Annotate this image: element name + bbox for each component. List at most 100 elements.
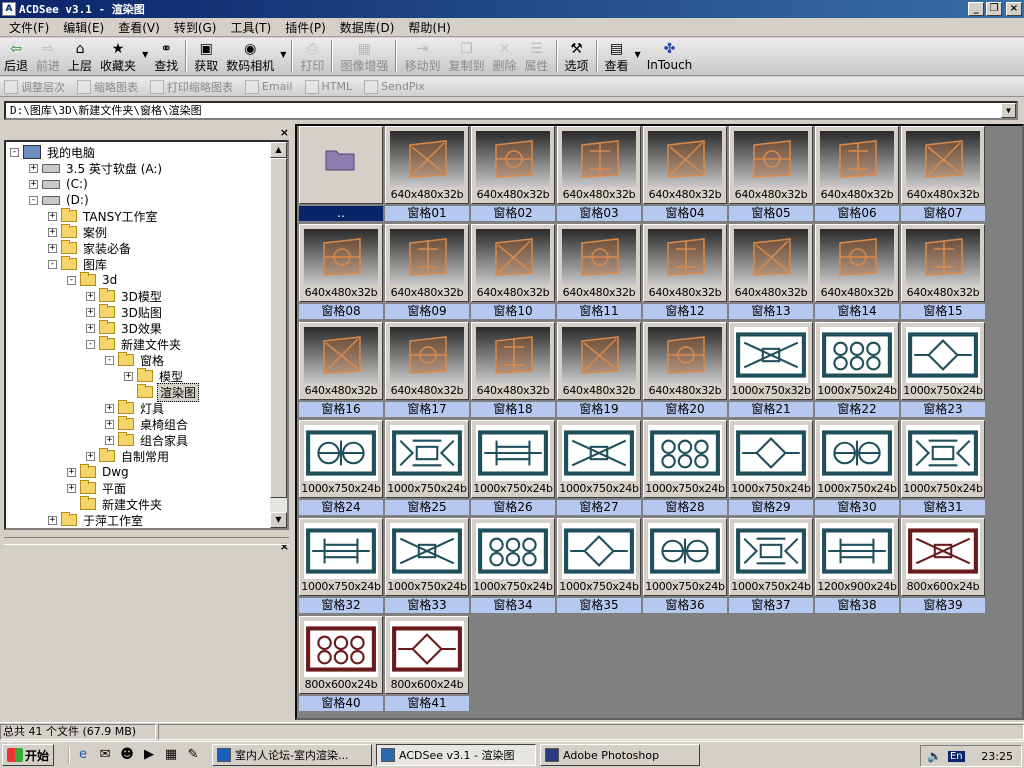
tree-node[interactable]: - 3d [67, 272, 119, 288]
expand-icon[interactable]: + [105, 403, 114, 413]
toolbar-button-move[interactable]: ⇥ 移动到 [400, 38, 444, 74]
toolbar-button-printer[interactable]: ⎙ 打印 [296, 38, 328, 74]
thumbnail-item[interactable]: 640x480x32b 窗格13 [729, 224, 813, 320]
panel-splitter[interactable] [4, 537, 289, 545]
toolbar2-button[interactable]: 缩略图表 [73, 79, 146, 95]
menu-item[interactable]: 插件(P) [278, 19, 333, 36]
media-icon[interactable]: ▶ [140, 746, 158, 764]
thumbnail-item[interactable]: 640x480x32b 窗格19 [557, 322, 641, 418]
toolbar-button-enhance[interactable]: ▦ 图像增强 [336, 38, 392, 74]
thumbnail-item[interactable]: 640x480x32b 窗格09 [385, 224, 469, 320]
speaker-icon[interactable]: 🔈 [927, 749, 942, 763]
tree-node[interactable]: + Dwg [67, 464, 131, 480]
thumbnail-item[interactable]: 640x480x32b 窗格06 [815, 126, 899, 222]
chevron-down-icon[interactable]: ▼ [140, 50, 150, 59]
menu-item[interactable]: 转到(G) [167, 19, 224, 36]
tree-node[interactable]: +3D效果 [86, 320, 164, 336]
toolbar-button-copy[interactable]: ❐ 复制到 [444, 38, 488, 74]
toolbar2-button[interactable]: HTML [301, 79, 361, 94]
menu-item[interactable]: 查看(V) [111, 19, 167, 36]
expand-icon[interactable]: + [86, 307, 95, 317]
toolbar-button-camera[interactable]: ◉ 数码相机 [222, 38, 278, 74]
toolbar-button-acquire[interactable]: ▣ 获取 [190, 38, 222, 74]
toolbar-button-intouch[interactable]: ✤ InTouch [643, 38, 697, 74]
thumbnail-item[interactable]: 640x480x32b 窗格07 [901, 126, 985, 222]
collapse-icon[interactable]: - [48, 259, 57, 269]
tree-node[interactable]: + 于萍工作室 [48, 512, 145, 528]
thumbnail-item[interactable]: 640x480x32b 窗格12 [643, 224, 727, 320]
expand-icon[interactable]: + [86, 451, 95, 461]
thumbnail-item[interactable]: 1000x750x24b 窗格30 [815, 420, 899, 516]
toolbar2-button[interactable]: 调整层次 [0, 79, 73, 95]
tree-node[interactable]: +3D模型 [86, 288, 164, 304]
thumbnail-item[interactable]: 1000x750x24b 窗格26 [471, 420, 555, 516]
toolbar-button-delete[interactable]: ✕ 删除 [488, 38, 520, 74]
scroll-thumb[interactable] [270, 158, 287, 498]
close-button[interactable]: × [1006, 2, 1022, 16]
collapse-icon[interactable]: - [105, 355, 114, 365]
tree-node[interactable]: + 桌椅组合 [105, 416, 190, 432]
menu-item[interactable]: 编辑(E) [56, 19, 111, 36]
thumbnail-item[interactable]: 640x480x32b 窗格11 [557, 224, 641, 320]
title-bar[interactable]: A ACDSee v3.1 - 渲染图 _ ❐ × [0, 0, 1024, 18]
tree-node[interactable]: +3.5 英寸软盘 (A:) [29, 160, 164, 176]
expand-icon[interactable]: + [105, 419, 114, 429]
thumbnail-item[interactable]: 800x600x24b 窗格39 [901, 518, 985, 614]
toolbar2-button[interactable]: Email [241, 79, 301, 94]
tree-node[interactable]: + (C:) [29, 176, 90, 192]
scroll-down-icon[interactable]: ▼ [270, 512, 287, 528]
tree-node[interactable]: - 我的电脑 [10, 144, 97, 160]
chevron-down-icon[interactable]: ▼ [278, 50, 288, 59]
collapse-icon[interactable]: - [86, 339, 95, 349]
thumbnail-item[interactable]: 1000x750x24b 窗格35 [557, 518, 641, 614]
tree-node[interactable]: + 自制常用 [86, 448, 171, 464]
thumbnail-item[interactable]: 640x480x32b 窗格15 [901, 224, 985, 320]
expand-icon[interactable]: + [67, 467, 76, 477]
thumbnail-item[interactable]: 640x480x32b 窗格20 [643, 322, 727, 418]
thumbnail-item[interactable]: 1000x750x24b 窗格34 [471, 518, 555, 614]
taskbar-button[interactable]: Adobe Photoshop [540, 744, 701, 766]
thumbnail-item[interactable]: 640x480x32b 窗格01 [385, 126, 469, 222]
thumbnail-item[interactable]: 640x480x32b 窗格05 [729, 126, 813, 222]
tree-node[interactable]: + 灯具 [105, 400, 166, 416]
thumbnail-item[interactable]: 640x480x32b 窗格10 [471, 224, 555, 320]
desktop-icon[interactable]: ▦ [162, 746, 180, 764]
taskbar-button[interactable]: ACDSee v3.1 - 渲染图 [376, 744, 537, 766]
thumbnail-item[interactable]: 1000x750x24b 窗格32 [299, 518, 383, 614]
collapse-icon[interactable]: - [29, 195, 38, 205]
thumbnail-item[interactable]: 640x480x32b 窗格04 [643, 126, 727, 222]
menu-item[interactable]: 帮助(H) [401, 19, 457, 36]
thumbnail-item[interactable]: 1000x750x32b 窗格21 [729, 322, 813, 418]
thumbnail-item[interactable]: 1000x750x24b 窗格37 [729, 518, 813, 614]
outlook-icon[interactable]: ✉ [96, 746, 114, 764]
expand-icon[interactable]: + [48, 515, 57, 525]
thumbnail-item[interactable]: .. [299, 126, 383, 222]
thumbnail-item[interactable]: 1000x750x24b 窗格33 [385, 518, 469, 614]
thumbnail-item[interactable]: 1000x750x24b 窗格25 [385, 420, 469, 516]
tree-node[interactable]: - 新建文件夹 [86, 336, 183, 352]
collapse-icon[interactable]: - [67, 275, 76, 285]
thumbnail-item[interactable]: 640x480x32b 窗格03 [557, 126, 641, 222]
pen-icon[interactable]: ✎ [184, 746, 202, 764]
collapse-icon[interactable]: - [10, 147, 19, 157]
toolbar-button-favorites[interactable]: ★ 收藏夹 [96, 38, 140, 74]
tree-node[interactable]: 新建文件夹 [67, 496, 164, 512]
thumbnail-item[interactable]: 800x600x24b 窗格41 [385, 616, 469, 712]
thumbnail-item[interactable]: 1000x750x24b 窗格22 [815, 322, 899, 418]
thumbnail-item[interactable]: 640x480x32b 窗格16 [299, 322, 383, 418]
close-icon[interactable]: × [280, 126, 289, 139]
expand-icon[interactable]: + [48, 243, 57, 253]
thumbnail-item[interactable]: 1000x750x24b 窗格36 [643, 518, 727, 614]
toolbar-button-view[interactable]: ▤ 查看 [601, 38, 633, 74]
qq-icon[interactable]: ☻ [118, 746, 136, 764]
ie-icon[interactable]: e [74, 746, 92, 764]
expand-icon[interactable]: + [48, 227, 57, 237]
expand-icon[interactable]: + [124, 371, 133, 381]
tree-node[interactable]: +3D贴图 [86, 304, 164, 320]
toolbar2-button[interactable]: 打印缩略图表 [146, 79, 241, 95]
thumbnail-item[interactable]: 800x600x24b 窗格40 [299, 616, 383, 712]
expand-icon[interactable]: + [86, 291, 95, 301]
expand-icon[interactable]: + [48, 211, 57, 221]
menu-item[interactable]: 数据库(D) [333, 19, 402, 36]
tree-node[interactable]: + 平面 [67, 480, 128, 496]
